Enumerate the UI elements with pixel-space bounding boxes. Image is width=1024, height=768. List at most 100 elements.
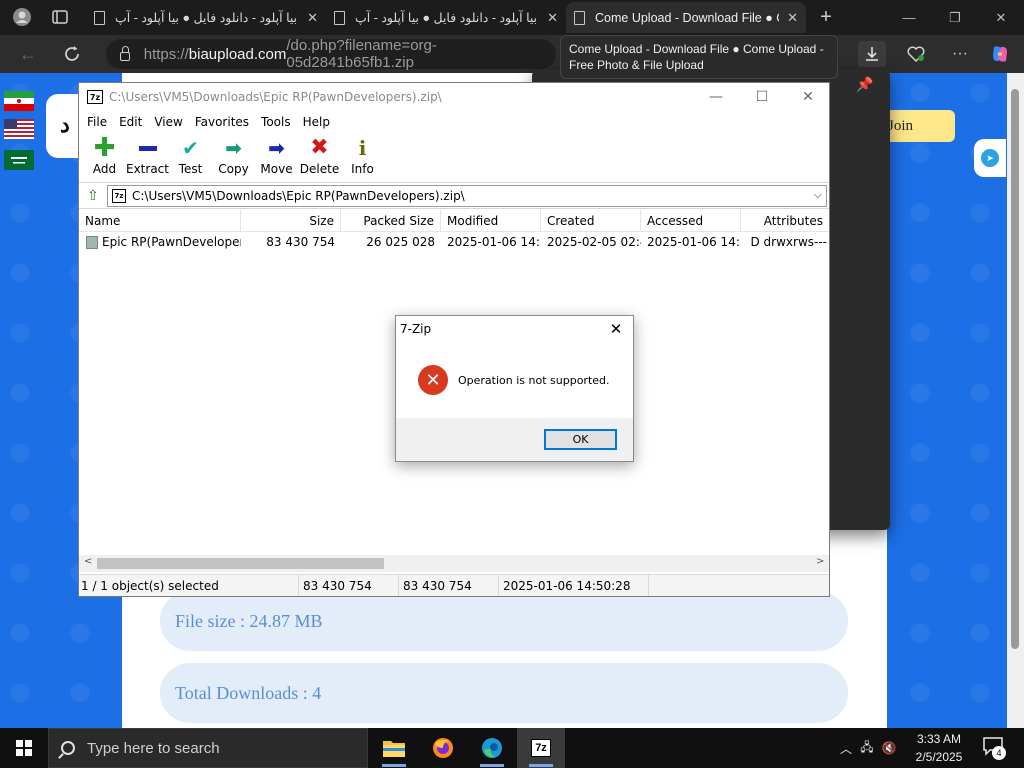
minus-icon: [137, 137, 159, 159]
7zip-title-bar: 7z C:\Users\VM5\Downloads\Epic RP(PawnDe…: [79, 83, 829, 111]
menu-file[interactable]: File: [81, 115, 113, 129]
test-button[interactable]: ✔ Test: [169, 133, 212, 182]
lock-icon[interactable]: [120, 45, 130, 61]
status-size: 83 430 754: [299, 575, 399, 596]
minimize-icon[interactable]: —: [693, 83, 739, 111]
clock-time: 3:33 AM: [916, 732, 962, 746]
new-tab-icon[interactable]: +: [812, 4, 840, 30]
column-header-size[interactable]: Size: [241, 210, 341, 232]
7zip-taskbar-icon[interactable]: 7z: [517, 728, 565, 768]
error-icon: ✕: [418, 365, 448, 395]
browser-essentials-icon[interactable]: [902, 41, 930, 67]
pin-icon[interactable]: 📌: [856, 76, 873, 93]
notifications-button[interactable]: 4: [982, 736, 1006, 760]
system-tray: ︿ 🖧 🔇: [836, 728, 900, 768]
table-row[interactable]: Epic RP(PawnDevelopers) 83 430 754 26 02…: [79, 232, 829, 252]
column-header-attributes[interactable]: Attributes: [741, 210, 829, 232]
profile-avatar-icon[interactable]: [8, 4, 36, 30]
close-icon[interactable]: ✕: [605, 319, 627, 339]
search-icon: [61, 741, 75, 755]
dialog-body: ✕ Operation is not supported.: [396, 342, 633, 418]
scrollbar-thumb[interactable]: [97, 558, 384, 569]
menu-favorites[interactable]: Favorites: [189, 115, 255, 129]
downloads-icon[interactable]: [858, 41, 886, 67]
flag-iran-icon[interactable]: [4, 91, 34, 111]
browser-tab-active[interactable]: Come Upload - Download File ● Come Uploa…: [566, 2, 806, 33]
column-header-name[interactable]: Name: [79, 210, 241, 232]
horizontal-scrollbar[interactable]: < >: [79, 555, 829, 572]
minimize-icon[interactable]: —: [886, 0, 932, 35]
column-header-packed-size[interactable]: Packed Size: [341, 210, 441, 232]
checkmark-icon: ✔: [182, 136, 199, 160]
address-bar[interactable]: https://biaupload.com/do.php?filename=or…: [106, 37, 556, 71]
network-icon[interactable]: 🖧: [856, 738, 878, 759]
delete-label: Delete: [299, 162, 340, 176]
maximize-icon[interactable]: ☐: [739, 83, 785, 111]
status-packed-size: 83 430 754: [399, 575, 499, 596]
menu-help[interactable]: Help: [297, 115, 336, 129]
refresh-icon[interactable]: [58, 41, 86, 67]
close-window-icon[interactable]: ✕: [785, 83, 831, 111]
file-explorer-icon[interactable]: [370, 728, 418, 768]
status-date: 2025-01-06 14:50:28: [499, 575, 649, 596]
folder-up-icon[interactable]: ⇧: [79, 188, 107, 204]
browser-tab-1[interactable]: بيا آپلود - دانلود فایل ● بيا آپلود - آپ…: [86, 2, 326, 33]
close-tab-icon[interactable]: ✕: [787, 10, 798, 26]
page-scrollbar[interactable]: [1007, 73, 1024, 728]
column-header-accessed[interactable]: Accessed: [641, 210, 741, 232]
browser-tab-bar: بيا آپلود - دانلود فایل ● بيا آپلود - آپ…: [0, 0, 1024, 35]
menu-edit[interactable]: Edit: [113, 115, 148, 129]
chevron-down-icon[interactable]: ⌵: [814, 188, 822, 202]
page-icon: [574, 10, 585, 25]
tab-actions-icon[interactable]: [46, 4, 74, 30]
close-window-icon[interactable]: ✕: [978, 0, 1024, 35]
dialog-title: 7-Zip: [400, 322, 432, 336]
more-options-icon[interactable]: ···: [946, 41, 974, 67]
close-tab-icon[interactable]: ✕: [307, 10, 318, 26]
browser-tab-2[interactable]: بيا آپلود - دانلود فایل ● بيا آپلود - آپ…: [326, 2, 566, 33]
7zip-status-bar: 1 / 1 object(s) selected 83 430 754 83 4…: [79, 574, 829, 596]
scrollbar-thumb[interactable]: [1011, 89, 1019, 649]
chevron-up-icon[interactable]: ︿: [836, 740, 856, 757]
move-label: Move: [260, 162, 293, 176]
firefox-icon[interactable]: [419, 728, 467, 768]
cell-created: 2025-02-05 02:40: [547, 235, 641, 249]
copilot-icon[interactable]: [986, 41, 1014, 67]
copy-button[interactable]: ➡ Copy: [212, 133, 255, 182]
taskbar-search-box[interactable]: Type here to search: [48, 728, 368, 768]
column-header-modified[interactable]: Modified: [441, 210, 541, 232]
move-button[interactable]: ➡ Move: [255, 133, 298, 182]
path-field[interactable]: 7z C:\Users\VM5\Downloads\Epic RP(PawnDe…: [107, 184, 827, 207]
scroll-right-icon[interactable]: >: [816, 556, 824, 567]
url-path: /do.php?filename=org-05d2841b65fb1.zip: [286, 37, 437, 71]
add-button[interactable]: ✚ Add: [83, 133, 126, 182]
menu-view[interactable]: View: [148, 115, 188, 129]
extract-button[interactable]: Extract: [126, 133, 169, 182]
restore-icon[interactable]: ❐: [932, 0, 978, 35]
info-button[interactable]: i Info: [341, 133, 384, 182]
edge-icon[interactable]: [468, 728, 516, 768]
scroll-left-icon[interactable]: <: [84, 556, 92, 567]
7zip-path-bar: ⇧ 7z C:\Users\VM5\Downloads\Epic RP(Pawn…: [79, 183, 829, 209]
plus-icon: ✚: [93, 133, 116, 163]
close-tab-icon[interactable]: ✕: [547, 10, 558, 26]
tab-tooltip: Come Upload - Download File ● Come Uploa…: [560, 35, 838, 79]
7zip-window-title: C:\Users\VM5\Downloads\Epic RP(PawnDevel…: [109, 90, 442, 104]
volume-muted-icon[interactable]: 🔇: [878, 741, 900, 755]
start-button[interactable]: [0, 728, 48, 768]
menu-tools[interactable]: Tools: [255, 115, 297, 129]
windows-logo-icon: [16, 740, 32, 756]
ok-button[interactable]: OK: [544, 429, 617, 450]
7zip-archive-icon: 7z: [112, 188, 126, 203]
taskbar-clock[interactable]: 3:33 AM 2/5/2025: [908, 730, 970, 766]
flag-usa-icon[interactable]: [4, 119, 34, 139]
cell-modified: 2025-01-06 14:50: [447, 235, 541, 249]
telegram-button[interactable]: ➤: [974, 139, 1006, 177]
back-icon[interactable]: ←: [14, 41, 42, 67]
join-button[interactable]: Join: [880, 110, 955, 142]
column-header-created[interactable]: Created: [541, 210, 641, 232]
notification-count-badge: 4: [992, 746, 1006, 760]
delete-button[interactable]: ✖ Delete: [298, 133, 341, 182]
dialog-message: Operation is not supported.: [458, 373, 610, 387]
flag-saudi-icon[interactable]: [4, 150, 34, 170]
